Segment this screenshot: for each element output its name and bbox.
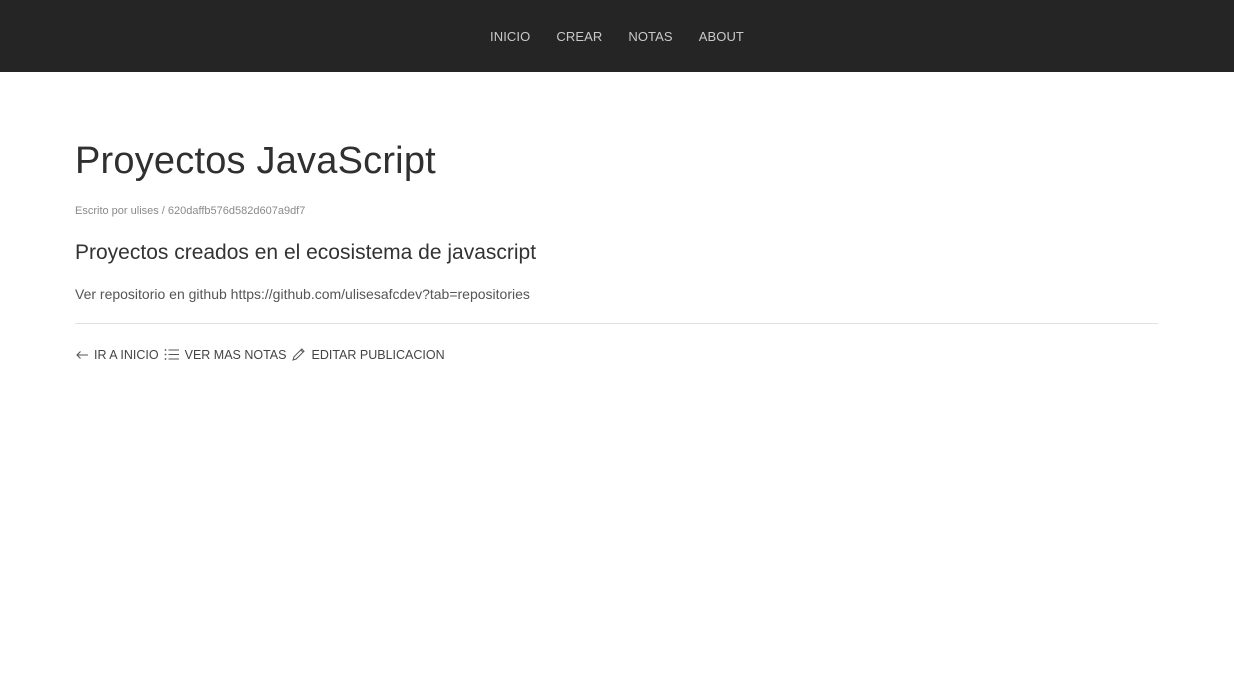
more-notes-link[interactable]: VER MAS NOTAS [164,347,287,362]
arrow-left-icon [75,350,89,360]
nav-link-notas[interactable]: NOTAS [615,29,685,44]
more-notes-label: VER MAS NOTAS [184,347,287,362]
list-icon [164,348,180,361]
note-body: Ver repositorio en github https://github… [75,286,530,302]
note-actions: IR A INICIO VER MAS NOTAS EDITAR PUBLICA… [75,347,1159,362]
nav-link-about[interactable]: ABOUT [686,29,757,44]
edit-post-label: EDITAR PUBLICACION [311,347,445,362]
note-detail: Proyectos JavaScript Escrito por ulises … [0,72,1234,362]
divider [75,323,1158,324]
nav-link-inicio[interactable]: INICIO [477,29,543,44]
go-home-link[interactable]: IR A INICIO [75,348,159,362]
go-home-label: IR A INICIO [94,347,159,362]
note-meta: Escrito por ulises / 620daffb576d582d607… [75,205,306,217]
nav-link-crear[interactable]: CREAR [543,29,615,44]
pencil-icon [291,347,306,362]
note-subtitle: Proyectos creados en el ecosistema de ja… [75,241,537,264]
top-navbar: INICIO CREAR NOTAS ABOUT [0,0,1234,72]
note-title: Proyectos JavaScript [75,140,436,182]
edit-post-link[interactable]: EDITAR PUBLICACION [291,347,445,362]
